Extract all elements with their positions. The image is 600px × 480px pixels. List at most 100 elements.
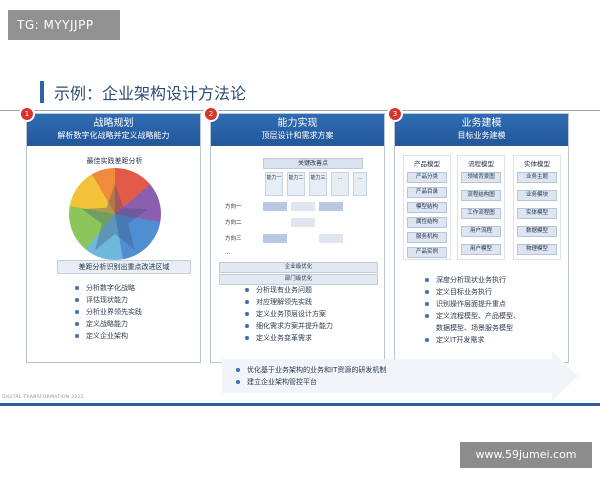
model-item: 属性结构	[407, 217, 447, 228]
list-item: 细化需求方案并提升能力	[245, 320, 333, 332]
model-item: 产品目录	[407, 187, 447, 198]
list-item: 建立企业架构管控平台	[236, 376, 386, 388]
model-item: 领域背景图	[461, 172, 501, 183]
bullet-dot-icon	[245, 336, 249, 340]
model-item: 用户模型	[461, 244, 501, 255]
list-item: 定义业务顶层设计方案	[245, 308, 333, 320]
capability-header: ...	[353, 172, 367, 196]
bullet-dot-icon	[245, 300, 249, 304]
model-item: 用户流程	[461, 226, 501, 237]
slide-title: 示例：企业架构设计方法论	[54, 84, 247, 103]
bullet-text: 定义企业架构	[86, 332, 128, 340]
title-rule	[0, 110, 600, 111]
model-item: 数据模型	[517, 226, 557, 237]
model-item: 模型结构	[407, 202, 447, 213]
bullet-dot-icon	[75, 286, 79, 290]
bullet-text: 细化需求方案并提升能力	[256, 322, 333, 330]
bullet-list: 分析数字化战略 评估现状能力 分析业界领先实践 定义战略能力 定义企业架构	[75, 282, 142, 342]
capability-header: 能力三	[309, 172, 327, 196]
capability-header: ...	[331, 172, 349, 196]
list-item: 定义流程模型、产品模型、	[425, 310, 520, 322]
list-item: 识别操作层面提升重点	[425, 298, 520, 310]
bullet-text: 识别操作层面提升重点	[436, 300, 506, 308]
list-item: 评估现状能力	[75, 294, 142, 306]
panel-subtitle: 目标业务建模	[457, 131, 506, 140]
bullet-list: 分析现有业务问题 对应理解领先实践 定义业务顶层设计方案 细化需求方案并提升能力…	[245, 284, 333, 344]
list-item: 分析现有业务问题	[245, 284, 333, 296]
panel-header: 2 能力实现 顶层设计和需求方案	[203, 106, 384, 146]
step-number-badge: 1	[19, 106, 35, 122]
list-item: 定义目标业务执行	[425, 286, 520, 298]
watermark-top: TG: MYYJJPP	[8, 10, 120, 40]
bullet-text: 分析业界领先实践	[86, 308, 142, 316]
panel-header: 3 业务建模 目标业务建模	[387, 106, 568, 146]
panel-business-modeling: 3 业务建模 目标业务建模 产品模型 流程模型 实体模型 产品分类 产品目录 模…	[387, 106, 569, 363]
panel-header: 1 战略规划 解析数字化战略并定义战略能力	[19, 106, 200, 146]
enterprise-optimization-banner: 企业级优化	[219, 262, 378, 273]
model-item: 实体模型	[517, 208, 557, 219]
panel-capability: 2 能力实现 顶层设计和需求方案 关键改善点 能力一 能力二 能力三 ... .…	[203, 106, 385, 363]
bullet-dot-icon	[75, 334, 79, 338]
model-item: 物理模型	[517, 244, 557, 255]
bullet-dot-icon	[236, 368, 240, 372]
slide-footer: DIGITAL TRANSFORMATION 2022	[2, 395, 84, 400]
model-item: 流程结构图	[461, 190, 501, 201]
column-header: 实体模型	[524, 160, 550, 168]
list-item: 分析数字化战略	[75, 282, 142, 294]
capability-header: 能力一	[265, 172, 283, 196]
bullet-dot-icon	[245, 288, 249, 292]
bullet-dot-icon	[245, 312, 249, 316]
direction-label: 方向一	[225, 204, 242, 210]
bullet-text: 定义IT开发需求	[436, 336, 485, 344]
arrow-head-icon	[552, 351, 578, 401]
column-header: 流程模型	[468, 160, 494, 168]
model-item: 产品分类	[407, 172, 447, 183]
model-item: 业务模块	[517, 190, 557, 201]
bullet-text: 对应理解领先实践	[256, 298, 312, 306]
process-arrow: 优化基于业务架构的业务和IT资源的研发机制 建立企业架构管控平台	[222, 359, 552, 393]
panel-title: 战略规划	[93, 118, 134, 129]
bullet-text: 定义战略能力	[86, 320, 128, 328]
bullet-dot-icon	[425, 314, 429, 318]
grid-header: 关键改善点	[263, 158, 363, 169]
bullet-dot-icon	[425, 338, 429, 342]
list-item: 优化基于业务架构的业务和IT资源的研发机制	[236, 364, 386, 376]
watermark-bottom: www.59jumei.com	[460, 442, 592, 468]
bullet-dot-icon	[75, 298, 79, 302]
list-item: 定义IT开发需求	[425, 334, 520, 346]
matrix-cell	[319, 234, 343, 243]
matrix-cell	[291, 218, 315, 227]
step-number-badge: 2	[203, 106, 219, 122]
title-accent-bar	[40, 81, 44, 103]
bullet-list: 深度分析现状业务执行 定义目标业务执行 识别操作层面提升重点 定义流程模型、产品…	[425, 274, 520, 346]
direction-label: 方向三	[225, 236, 242, 242]
panel-title: 能力实现	[277, 118, 318, 129]
panel-title: 业务建模	[461, 118, 502, 129]
matrix-cell	[291, 202, 315, 211]
matrix-cell	[319, 202, 343, 211]
list-item: 定义业务变革需求	[245, 332, 333, 344]
list-item: 对应理解领先实践	[245, 296, 333, 308]
matrix-cell	[263, 202, 287, 211]
bullet-dot-icon	[425, 302, 429, 306]
direction-label: ...	[225, 250, 231, 256]
panel-subtitle: 解析数字化战略并定义战略能力	[57, 131, 170, 140]
bullet-text: 分析现有业务问题	[256, 286, 312, 294]
bullet-text: 定义业务顶层设计方案	[256, 310, 326, 318]
bullet-dot-icon	[425, 290, 429, 294]
gap-analysis-box: 差距分析识别出重点改进区域	[57, 260, 191, 274]
slide: 示例：企业架构设计方法论 1 战略规划 解析数字化战略并定义战略能力 最佳实践差…	[0, 66, 600, 406]
chart-label: 最佳实践差距分析	[86, 157, 143, 165]
panel-subtitle: 顶层设计和需求方案	[261, 131, 334, 140]
bullet-dot-icon	[75, 310, 79, 314]
slide-title-row: 示例：企业架构设计方法论	[40, 80, 246, 104]
bullet-text: 建立企业架构管控平台	[247, 378, 317, 386]
capability-header: 能力二	[287, 172, 305, 196]
list-item: 分析业界领先实践	[75, 306, 142, 318]
matrix-cell	[263, 234, 287, 243]
bullet-text: 评估现状能力	[86, 296, 128, 304]
bullet-dot-icon	[245, 324, 249, 328]
bullet-text: 定义目标业务执行	[436, 288, 492, 296]
step-number-badge: 3	[387, 106, 403, 122]
bullet-dot-icon	[75, 322, 79, 326]
